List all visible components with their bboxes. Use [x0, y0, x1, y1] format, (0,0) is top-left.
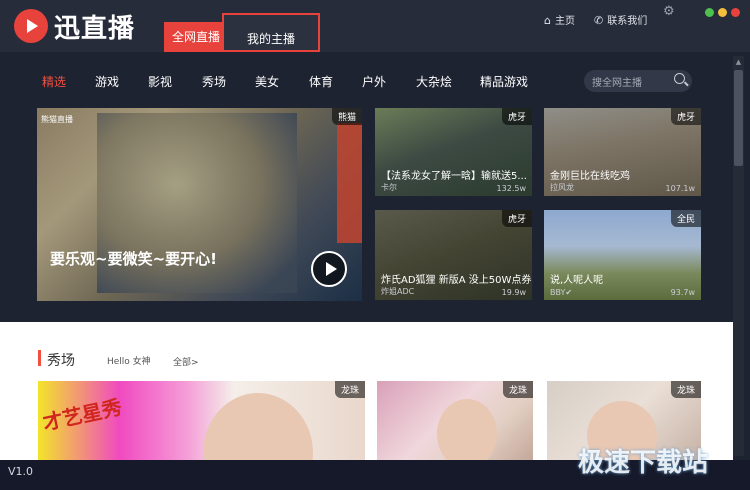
nav-item-featured[interactable]: 精选 [42, 73, 66, 90]
search-input[interactable]: 搜全网主播 [592, 74, 642, 89]
platform-badge: 虎牙 [670, 108, 701, 125]
section-title: 秀场 [47, 353, 75, 369]
platform-badge: 虎牙 [501, 108, 532, 125]
view-count: 107.1w [665, 184, 695, 193]
play-logo-icon [14, 9, 48, 43]
nav-item-beauty[interactable]: 美女 [255, 73, 279, 90]
platform-badge: 全民 [670, 210, 701, 227]
scrollbar-thumb[interactable] [734, 70, 743, 166]
host-thumbnail [437, 399, 497, 460]
version-label: V1.0 [8, 465, 34, 478]
view-count: 93.7w [670, 288, 695, 297]
nav-item-misc[interactable]: 大杂烩 [416, 73, 452, 90]
watermark-text: 极速下载站 [578, 448, 709, 478]
show-card[interactable]: 才艺星秀 龙珠 [38, 381, 365, 460]
show-card[interactable]: 龙珠 [377, 381, 533, 460]
nav-item-outdoor[interactable]: 户外 [362, 73, 386, 90]
nav-item-premium-games[interactable]: 精品游戏 [480, 73, 528, 90]
view-all-link[interactable]: 全部> [173, 355, 199, 368]
scrollbar[interactable]: ▲ [733, 56, 744, 456]
stream-card[interactable]: 虎牙 【法系龙女了解一晗】输就送5... 卡尔 132.5w [375, 108, 532, 196]
stream-title: 说,人呢人呢 [550, 275, 604, 286]
section-subtitle: Hello 女神 [107, 357, 151, 367]
search-icon[interactable] [674, 73, 685, 84]
streamer-name: 炸姐ADC [381, 287, 415, 296]
platform-badge: 龙珠 [502, 381, 533, 398]
platform-brand: 熊猫直播 [41, 115, 73, 124]
close-button[interactable] [731, 8, 740, 17]
nav-item-movies[interactable]: 影视 [148, 73, 172, 90]
search-box[interactable]: 搜全网主播 [584, 70, 692, 92]
view-count: 132.5w [496, 184, 526, 193]
streamer-name: 拉风龙 [550, 183, 574, 192]
phone-icon: ✆ [594, 14, 604, 27]
platform-badge: 龙珠 [670, 381, 701, 398]
nav-item-games[interactable]: 游戏 [95, 73, 119, 90]
streamer-name: BBY✔ [550, 288, 573, 297]
tab-my-streamers[interactable]: 我的主播 [222, 13, 320, 52]
view-count: 19.9w [501, 288, 526, 297]
host-thumbnail [203, 393, 313, 460]
platform-badge: 虎牙 [501, 210, 532, 227]
platform-badge: 熊猫 [331, 108, 362, 125]
stream-title: 炸氏AD狐狸 新版A 没上50W点券 [381, 275, 532, 286]
show-overlay-text: 才艺星秀 [40, 394, 124, 436]
scroll-up-arrow-icon[interactable]: ▲ [733, 56, 744, 68]
app-name: 迅直播 [54, 14, 136, 44]
platform-badge: 龙珠 [334, 381, 365, 398]
nav-item-show[interactable]: 秀场 [202, 73, 226, 90]
minimize-button[interactable] [705, 8, 714, 17]
contact-link[interactable]: ✆ 联系我们 [594, 12, 647, 27]
stream-title: 金刚巨比在线吃鸡 [550, 171, 630, 182]
home-icon: ⌂ [544, 14, 551, 27]
section-accent-bar [38, 350, 41, 366]
featured-stream-card[interactable]: 熊猫直播 熊猫 要乐观~要微笑~要开心! [37, 108, 362, 301]
maximize-button[interactable] [718, 8, 727, 17]
stream-card[interactable]: 全民 说,人呢人呢 BBY✔ 93.7w [544, 210, 701, 300]
nav-item-sports[interactable]: 体育 [309, 73, 333, 90]
stream-card[interactable]: 虎牙 炸氏AD狐狸 新版A 没上50W点券 炸姐ADC 19.9w [375, 210, 532, 300]
stream-overlay-panel [337, 123, 362, 243]
tab-all-live[interactable]: 全网直播 [164, 22, 228, 52]
streamer-name: 卡尔 [381, 183, 397, 192]
stream-title: 【法系龙女了解一晗】输就送5... [381, 171, 527, 182]
play-button-icon[interactable] [311, 251, 347, 287]
stream-card[interactable]: 虎牙 金刚巨比在线吃鸡 拉风龙 107.1w [544, 108, 701, 196]
home-link[interactable]: ⌂ 主页 [544, 12, 575, 27]
stream-title: 要乐观~要微笑~要开心! [50, 250, 217, 268]
gear-icon[interactable]: ⚙ [663, 4, 675, 19]
